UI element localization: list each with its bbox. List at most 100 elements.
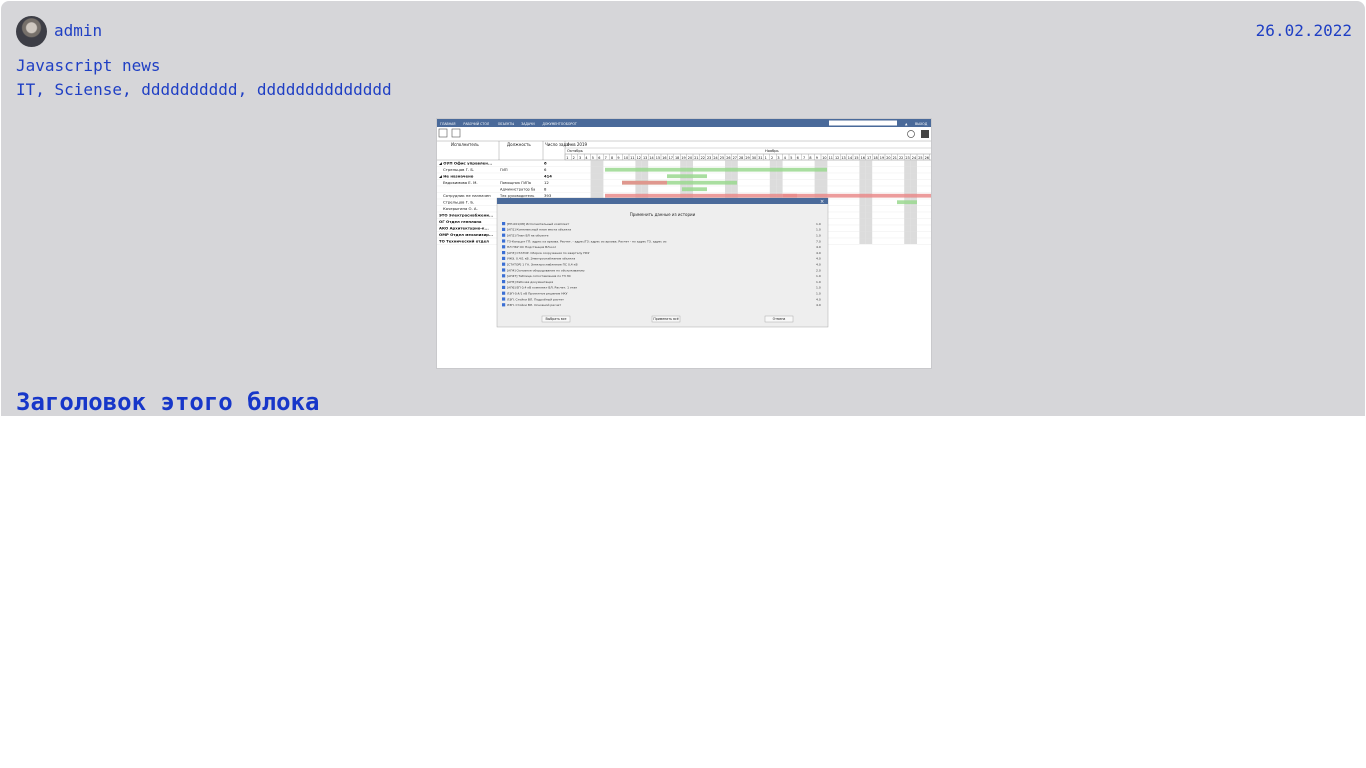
app-menu-item: ГЛАВНАЯ	[440, 122, 456, 126]
gantt-bar	[783, 193, 931, 198]
row-name: АКО Архитектурно-к...	[439, 226, 489, 231]
tag-link[interactable]: dddddddddd	[141, 80, 237, 99]
day-number: 22	[899, 156, 903, 160]
row-name: Евдокимова Е. М.	[443, 180, 478, 185]
dialog-item-value: 1.0	[816, 234, 821, 238]
day-number: 30	[752, 156, 756, 160]
dialog-item-value: 1.0	[816, 292, 821, 296]
day-number: 22	[701, 156, 705, 160]
day-number: 2	[573, 156, 575, 160]
dialog-checkbox	[502, 262, 506, 266]
row-name: ЭТО Электроснабжени...	[439, 213, 494, 218]
day-number: 3	[579, 156, 581, 160]
app-menu-item: ДОКУМЕНТООБОРОТ	[542, 122, 576, 126]
dialog-item-label: [ЕП-001/08] Исполнительный комплект	[507, 222, 570, 226]
day-number: 11	[829, 156, 833, 160]
day-number: 7	[803, 156, 805, 160]
row-role: Помощник ГИПа	[500, 181, 531, 185]
row-count: 8	[544, 187, 547, 192]
day-number: 31	[758, 156, 762, 160]
day-number: 2	[771, 156, 773, 160]
timeline-quarter: 4 кв 2019	[567, 142, 587, 147]
day-number: 15	[656, 156, 660, 160]
dialog-button-label: Применить всё	[653, 317, 678, 321]
post-title[interactable]: Javascript news	[16, 56, 161, 75]
day-number: 27	[733, 156, 737, 160]
day-number: 17	[669, 156, 673, 160]
dialog-item-label: [АП3] СТАТОР. Сборка сооружения по кварт…	[507, 251, 590, 255]
row-name: Стрельцов Г. Б.	[443, 200, 474, 205]
day-number: 8	[611, 156, 613, 160]
dialog-checkbox	[502, 280, 506, 284]
row-count: 393	[544, 193, 552, 198]
day-number: 26	[726, 156, 730, 160]
dialog-item-label: ЛЭП. Стойки ВЛ. Подробный расчет	[507, 297, 564, 301]
dialog-item-value: 4.0	[816, 303, 821, 307]
dialog-button-label: Отмена	[773, 317, 786, 321]
day-number: 25	[720, 156, 724, 160]
dialog-checkbox	[502, 291, 506, 295]
gantt-bar	[667, 174, 707, 179]
tag-link[interactable]: Sciense	[55, 80, 122, 99]
dialog-item-value: 1.0	[816, 280, 821, 284]
day-number: 29	[745, 156, 749, 160]
dialog-item-value: 1.0	[816, 286, 821, 290]
day-number: 15	[854, 156, 858, 160]
day-number: 5	[592, 156, 594, 160]
gantt-bar	[682, 187, 707, 192]
day-number: 9	[617, 156, 619, 160]
dialog-item-value: 4.0	[816, 297, 821, 301]
row-name: ◢ ОУП Офис управлен...	[439, 161, 493, 166]
day-number: 1	[566, 156, 568, 160]
row-name: ОГ Отдел генплана	[439, 219, 482, 224]
app-menu-item: ЗАДАЧИ	[521, 122, 535, 126]
dialog-item-label: [АП5] Рабочая документация	[507, 280, 553, 284]
row-count: 414	[544, 174, 552, 179]
row-count: 6	[544, 167, 547, 172]
author-name[interactable]: admin	[54, 21, 102, 40]
dialog-item-value: 4.0	[816, 245, 821, 249]
row-name: ОМР Отдел механизир...	[439, 232, 494, 237]
day-number: 13	[841, 156, 845, 160]
tag-link[interactable]: dddddddddddddd	[257, 80, 392, 99]
dialog-item-label: [АП2] План ВЛ на объекте	[507, 234, 549, 238]
author-avatar[interactable]	[16, 16, 47, 47]
settings-icon	[907, 130, 915, 138]
day-number: 14	[848, 156, 852, 160]
row-role: Тех руководитель	[499, 194, 534, 198]
dialog-item-value: 4.0	[816, 263, 821, 267]
dialog-checkbox	[502, 297, 506, 301]
app-menu-item: РАБОЧИЙ СТОЛ	[463, 121, 489, 126]
day-number: 20	[688, 156, 692, 160]
app-menu-item: ОБЪЕКТЫ	[498, 122, 515, 126]
day-number: 16	[861, 156, 865, 160]
day-number: 13	[643, 156, 647, 160]
day-number: 8	[809, 156, 811, 160]
copy-icon	[451, 128, 461, 138]
day-number: 26	[925, 156, 929, 160]
dialog-item-value: 4.0	[816, 251, 821, 255]
day-number: 9	[816, 156, 818, 160]
dialog-item-value: 1.0	[816, 228, 821, 232]
row-name: ◢ Не назначено	[439, 174, 474, 179]
db-export-icon	[438, 128, 448, 138]
tag-link[interactable]: IT	[16, 80, 35, 99]
row-count: 6	[544, 161, 547, 166]
day-number: 25	[918, 156, 922, 160]
gantt-bar	[622, 180, 667, 185]
day-number: 21	[694, 156, 698, 160]
day-number: 18	[873, 156, 877, 160]
dialog-item-label: [АП4Т] Таблица сопоставления по ТЗ ЭС	[507, 274, 571, 278]
dialog-checkbox	[502, 274, 506, 278]
day-number: 1	[765, 156, 767, 160]
dialog-title: Применить данные из истории	[630, 212, 696, 217]
row-name: Кочерыгина О. А.	[443, 206, 478, 211]
dialog-item-value: 2.0	[816, 268, 821, 272]
dialog-item-label: ТЗ-Кальцит ГП: адрес из архива. Расчет. …	[506, 239, 667, 243]
dialog-item-label: [АП6] ЕП 0,4 кВ комплект ВЛ. Расчет. 1 э…	[507, 286, 577, 290]
dialog-item-label: [АП4] Основное оборудование по обслужива…	[507, 268, 585, 272]
timeline-month: Октябрь	[567, 149, 583, 153]
day-number: 24	[912, 156, 916, 160]
day-number: 18	[675, 156, 679, 160]
row-role: Администратор ба	[500, 188, 535, 192]
